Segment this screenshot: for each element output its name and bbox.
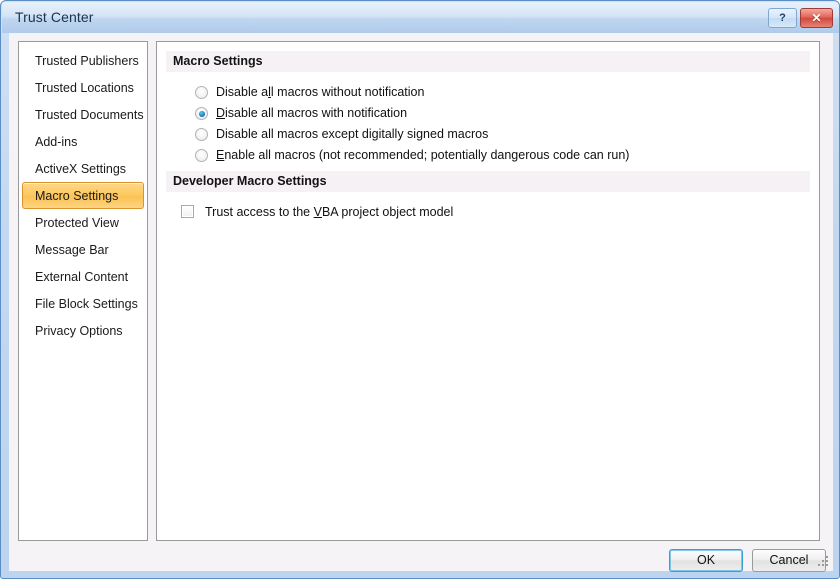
radio-label: Enable all macros (not recommended; pote… — [216, 148, 630, 162]
dialog-client-area: Trusted Publishers Trusted Locations Tru… — [9, 33, 833, 572]
sidebar-item-file-block-settings[interactable]: File Block Settings — [22, 290, 144, 317]
radio-icon — [195, 86, 208, 99]
radio-icon — [195, 128, 208, 141]
sidebar-item-trusted-documents[interactable]: Trusted Documents — [22, 101, 144, 128]
sidebar-item-add-ins[interactable]: Add-ins — [22, 128, 144, 155]
settings-content-panel: Macro Settings Disable all macros withou… — [156, 41, 820, 541]
window-title: Trust Center — [15, 9, 94, 25]
radio-icon — [195, 149, 208, 162]
sidebar-nav: Trusted Publishers Trusted Locations Tru… — [18, 41, 148, 541]
developer-macro-settings-header: Developer Macro Settings — [166, 171, 810, 192]
radio-label: Disable all macros without notification — [216, 85, 425, 99]
sidebar-item-protected-view[interactable]: Protected View — [22, 209, 144, 236]
resize-grip[interactable] — [817, 555, 830, 568]
cancel-button[interactable]: Cancel — [752, 549, 826, 572]
sidebar-item-activex-settings[interactable]: ActiveX Settings — [22, 155, 144, 182]
title-bar[interactable]: Trust Center ? ✕ — [2, 2, 839, 33]
help-icon[interactable]: ? — [768, 8, 797, 28]
sidebar-item-trusted-locations[interactable]: Trusted Locations — [22, 74, 144, 101]
checkbox-icon — [181, 205, 194, 218]
sidebar-item-external-content[interactable]: External Content — [22, 263, 144, 290]
trust-center-dialog: Trust Center ? ✕ Trusted Publishers Trus… — [0, 0, 840, 579]
sidebar-item-message-bar[interactable]: Message Bar — [22, 236, 144, 263]
checkbox-label: Trust access to the VBA project object m… — [205, 205, 454, 219]
sidebar-item-trusted-publishers[interactable]: Trusted Publishers — [22, 47, 144, 74]
macro-settings-header: Macro Settings — [166, 51, 810, 72]
sidebar-item-privacy-options[interactable]: Privacy Options — [22, 317, 144, 344]
radio-icon — [195, 107, 208, 120]
ok-button[interactable]: OK — [669, 549, 743, 572]
close-icon[interactable]: ✕ — [800, 8, 833, 28]
radio-label: Disable all macros with notification — [216, 106, 408, 120]
sidebar-item-macro-settings[interactable]: Macro Settings — [22, 182, 144, 209]
radio-label: Disable all macros except digitally sign… — [216, 127, 489, 141]
